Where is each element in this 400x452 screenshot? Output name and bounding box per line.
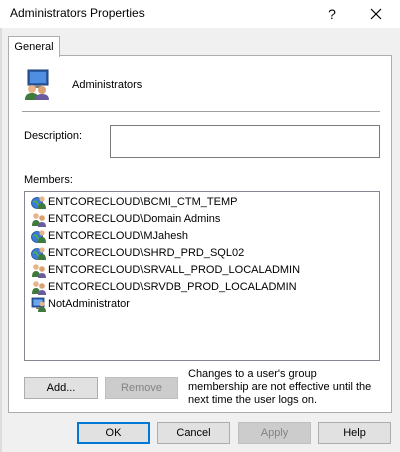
list-item[interactable]: ENTCORECLOUD\SRVALL_PROD_LOCALADMIN (31, 262, 300, 278)
user-group-icon (32, 281, 46, 295)
list-item[interactable]: ENTCORECLOUD\Domain Admins (31, 211, 220, 227)
globe-user-icon (31, 247, 46, 260)
member-name: ENTCORECLOUD\BCMI_CTM_TEMP (48, 196, 238, 208)
user-group-icon (32, 264, 46, 278)
add-button[interactable]: Add... (24, 377, 98, 399)
list-item[interactable]: ENTCORECLOUD\BCMI_CTM_TEMP (31, 194, 237, 210)
cancel-button[interactable]: Cancel (157, 422, 230, 444)
description-field[interactable] (110, 125, 380, 158)
globe-user-icon (31, 230, 46, 243)
list-item[interactable]: ENTCORECLOUD\SRVDB_PROD_LOCALADMIN (31, 279, 297, 295)
help-title-button[interactable]: ? (312, 0, 352, 28)
user-group-icon (32, 213, 46, 227)
window-title: Administrators Properties (10, 6, 145, 20)
ok-button[interactable]: OK (77, 422, 150, 444)
list-item[interactable]: ENTCORECLOUD\MJahesh (31, 228, 188, 244)
list-item[interactable]: NotAdministrator (31, 296, 130, 312)
title-bar: Administrators Properties ? (0, 0, 400, 28)
tab-general[interactable]: General (8, 36, 60, 57)
window-edge (0, 28, 2, 452)
help-icon: ? (328, 6, 336, 22)
apply-button[interactable]: Apply (238, 422, 311, 444)
close-button[interactable] (356, 0, 396, 28)
help-button[interactable]: Help (318, 422, 391, 444)
member-name: ENTCORECLOUD\SHRD_PRD_SQL02 (48, 247, 245, 259)
member-name: ENTCORECLOUD\SRVALL_PROD_LOCALADMIN (48, 264, 301, 276)
members-list[interactable]: ENTCORECLOUD\BCMI_CTM_TEMP ENTCORECLOUD\… (24, 191, 380, 361)
member-name: ENTCORECLOUD\MJahesh (48, 230, 188, 242)
members-label: Members: (24, 174, 73, 186)
description-label: Description: (24, 130, 83, 142)
member-name: ENTCORECLOUD\SRVDB_PROD_LOCALADMIN (48, 281, 297, 293)
remove-button[interactable]: Remove (105, 377, 178, 399)
list-item[interactable]: ENTCORECLOUD\SHRD_PRD_SQL02 (31, 245, 244, 261)
group-name: Administrators (72, 79, 143, 91)
tab-general-label: General (14, 41, 54, 53)
membership-note: Changes to a user's group membership are… (188, 368, 372, 406)
member-name: ENTCORECLOUD\Domain Admins (48, 213, 221, 225)
local-user-icon (31, 297, 46, 312)
group-computer-icon (25, 69, 49, 100)
globe-user-icon (31, 196, 46, 209)
close-icon (370, 8, 382, 20)
member-name: NotAdministrator (48, 298, 130, 310)
separator (22, 111, 380, 112)
